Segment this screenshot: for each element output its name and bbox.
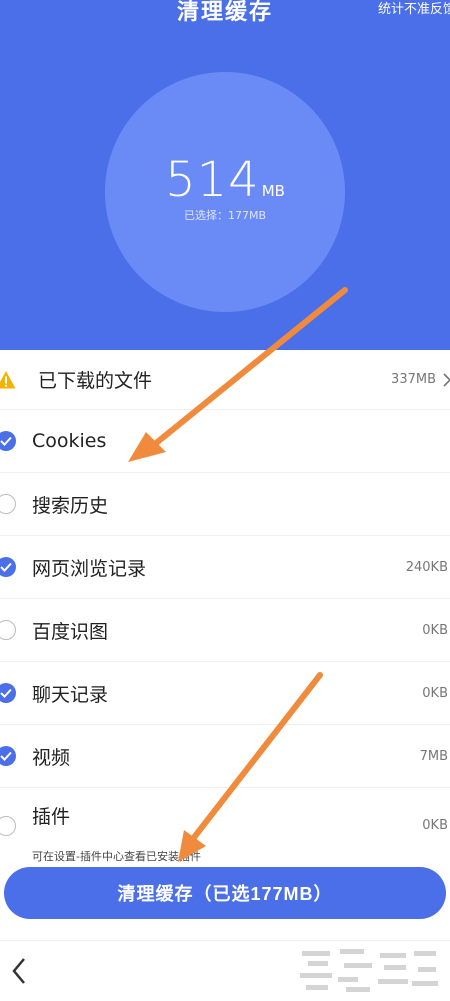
list-item-label: 插件 <box>32 806 71 828</box>
chevron-left-icon[interactable] <box>6 953 36 989</box>
cache-list: 已下载的文件 337MB Cookies 搜索历史 网页浏览记录 240KB 百… <box>0 350 450 851</box>
checked-icon[interactable] <box>0 557 16 577</box>
list-item-search-history[interactable]: 搜索历史 <box>0 473 450 536</box>
chevron-right-icon <box>443 372 450 387</box>
cache-size-circle: 514 MB 已选择：177MB <box>105 72 345 312</box>
list-item-label: 网页浏览记录 <box>32 557 147 580</box>
watermark-graphic <box>300 949 438 992</box>
list-item-plugins[interactable]: 插件 0KB <box>0 788 450 851</box>
list-item-size: 240KB <box>405 559 448 575</box>
list-item-size: 0KB <box>422 622 448 638</box>
downloads-row[interactable]: 已下载的文件 337MB <box>0 350 450 410</box>
clear-cache-button[interactable]: 清理缓存（已选177MB） <box>4 867 446 919</box>
list-item-size: 0KB <box>422 685 448 701</box>
list-item-browsing-history[interactable]: 网页浏览记录 240KB <box>0 536 450 599</box>
list-item-size: 7MB <box>419 748 448 764</box>
list-item-label: 搜索历史 <box>32 494 109 517</box>
checked-icon[interactable] <box>0 431 16 451</box>
list-item-label: 百度识图 <box>32 620 109 643</box>
downloads-size: 337MB <box>391 372 436 387</box>
list-item-label: Cookies <box>32 430 107 452</box>
downloads-label: 已下载的文件 <box>38 370 153 392</box>
list-item-label: 聊天记录 <box>32 683 109 706</box>
unchecked-icon[interactable] <box>0 620 16 640</box>
list-item-video[interactable]: 视频 7MB <box>0 725 450 788</box>
cache-size-unit: MB <box>261 182 285 200</box>
list-item-label: 视频 <box>32 746 71 769</box>
plugin-note: 可在设置-插件中心查看已安装插件 <box>32 850 201 863</box>
cache-size-number: 514 <box>165 152 260 208</box>
list-item-chat-history[interactable]: 聊天记录 0KB <box>0 662 450 725</box>
bottom-nav <box>0 940 450 1001</box>
checked-icon[interactable] <box>0 746 16 766</box>
cache-size-display: 514 MB <box>105 152 345 208</box>
header: 清理缓存 统计不准反馈 514 MB 已选择：177MB <box>0 0 450 350</box>
list-item-image-search[interactable]: 百度识图 0KB <box>0 599 450 662</box>
list-item-cookies[interactable]: Cookies <box>0 410 450 473</box>
checked-icon[interactable] <box>0 683 16 703</box>
warning-icon <box>0 370 16 388</box>
selected-size-text: 已选择：177MB <box>183 209 267 222</box>
unchecked-icon[interactable] <box>0 816 16 836</box>
unchecked-icon[interactable] <box>0 494 16 514</box>
list-item-size: 0KB <box>422 818 448 833</box>
feedback-link[interactable]: 统计不准反馈 <box>378 0 450 17</box>
